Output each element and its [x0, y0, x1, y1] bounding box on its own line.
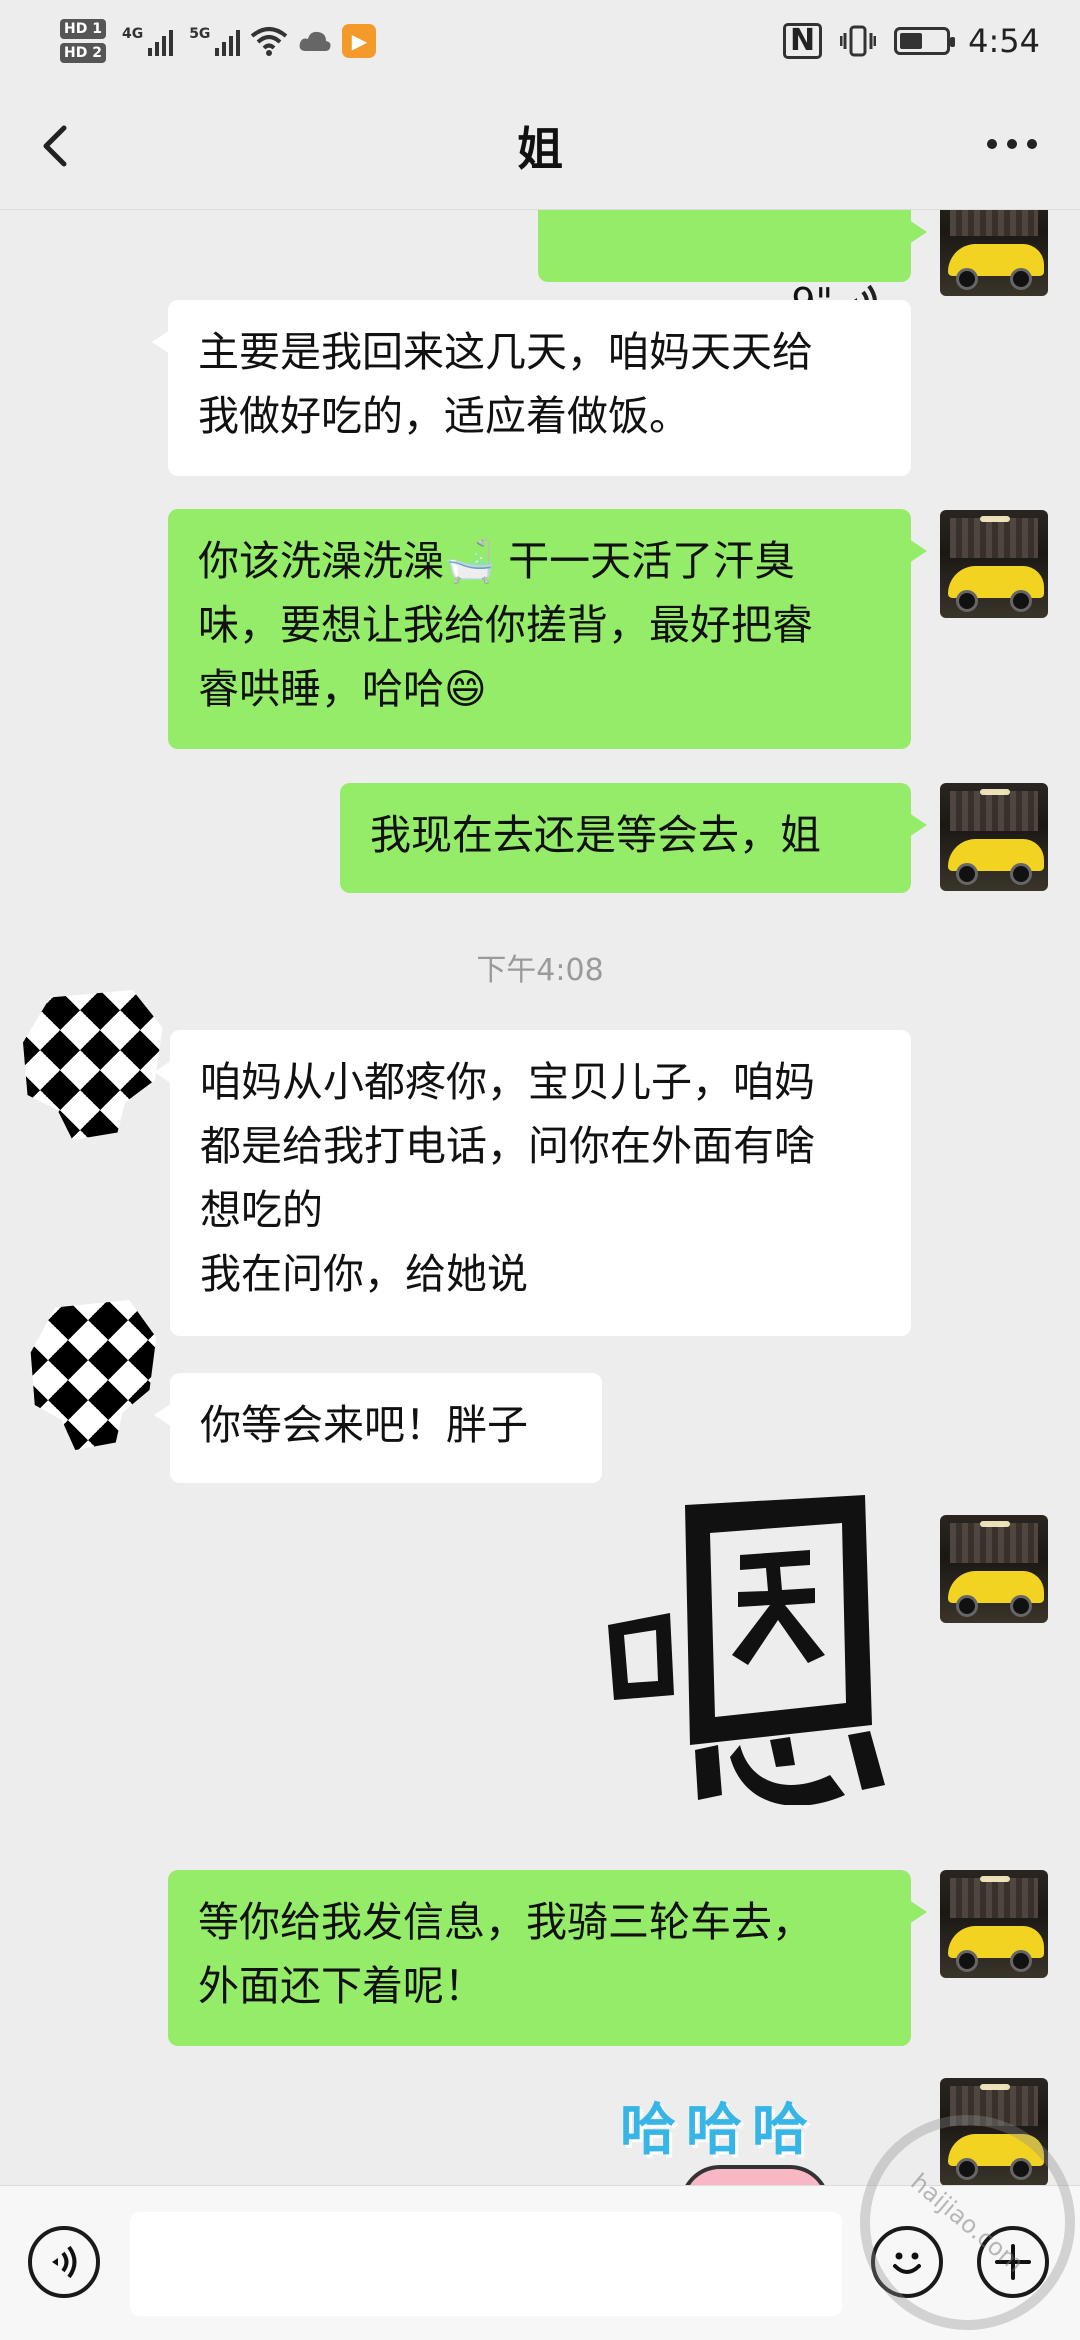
- clock-time: 4:54: [968, 22, 1040, 60]
- contact-avatar[interactable]: [23, 990, 163, 1140]
- sticker-haha-image[interactable]: 哈哈哈: [620, 2085, 818, 2166]
- my-avatar[interactable]: [940, 210, 1048, 296]
- timestamp: 下午4:08: [476, 953, 604, 988]
- more-dots-icon[interactable]: [984, 134, 1040, 154]
- signal-5g-icon: 5G: [189, 26, 241, 56]
- vibrate-icon: [840, 25, 877, 57]
- app-notification-icon: ▶: [342, 24, 377, 58]
- status-right: N 4:54: [783, 22, 1040, 60]
- battery-icon: [894, 27, 956, 55]
- my-avatar[interactable]: [940, 1870, 1048, 1978]
- signal-4g-icon: 4G: [122, 26, 174, 56]
- hd2-badge: HD 2: [60, 43, 106, 63]
- chat-messages[interactable]: 9" 主要是我回来这几天，咱妈天天给 我做好吃的，适应着做饭。 你该洗澡洗澡🛁 …: [0, 210, 1080, 2185]
- emoji-icon[interactable]: [871, 2226, 943, 2298]
- my-avatar[interactable]: [940, 510, 1048, 618]
- my-avatar[interactable]: [940, 1515, 1048, 1623]
- status-left: HD 1 HD 2 4G 5G ▶: [60, 19, 377, 63]
- message-text[interactable]: 主要是我回来这几天，咱妈天天给 我做好吃的，适应着做饭。: [152, 300, 911, 476]
- message-text[interactable]: 你等会来吧！胖子: [154, 1373, 602, 1483]
- wifi-icon: [251, 27, 288, 56]
- sticker-pig-image: [680, 2165, 830, 2185]
- message-text[interactable]: 我现在去还是等会去，姐: [340, 783, 927, 893]
- chat-title: 姐: [517, 121, 563, 176]
- voice-message[interactable]: 9": [538, 210, 927, 324]
- cloud-icon: [300, 31, 331, 51]
- my-avatar[interactable]: [940, 2078, 1048, 2185]
- plus-icon[interactable]: [977, 2226, 1049, 2298]
- nfc-icon: N: [783, 23, 823, 59]
- contact-avatar[interactable]: [30, 1300, 157, 1450]
- chat-header: 姐: [0, 82, 1080, 210]
- my-avatar[interactable]: [940, 783, 1048, 891]
- hd1-badge: HD 1: [60, 19, 106, 39]
- voice-input-icon[interactable]: [28, 2226, 100, 2298]
- message-text[interactable]: 你该洗澡洗澡🛁 干一天活了汗臭 味，要想让我给你搓背，最好把睿 睿哄睡，哈哈😄: [168, 509, 927, 749]
- message-input[interactable]: [130, 2212, 842, 2316]
- chevron-left-icon[interactable]: [28, 116, 88, 176]
- message-text[interactable]: 咱妈从小都疼你，宝贝儿子，咱妈 都是给我打电话，问你在外面有啥 想吃的 我在问你…: [154, 1030, 911, 1336]
- status-bar: HD 1 HD 2 4G 5G ▶ N 4:54: [0, 0, 1080, 82]
- message-text[interactable]: 等你给我发信息，我骑三轮车去， 外面还下着呢！: [168, 1870, 927, 2046]
- hd-indicators: HD 1 HD 2: [60, 19, 106, 63]
- input-bar: [0, 2185, 1080, 2340]
- sticker-en-image[interactable]: 嗯: [600, 1495, 890, 1805]
